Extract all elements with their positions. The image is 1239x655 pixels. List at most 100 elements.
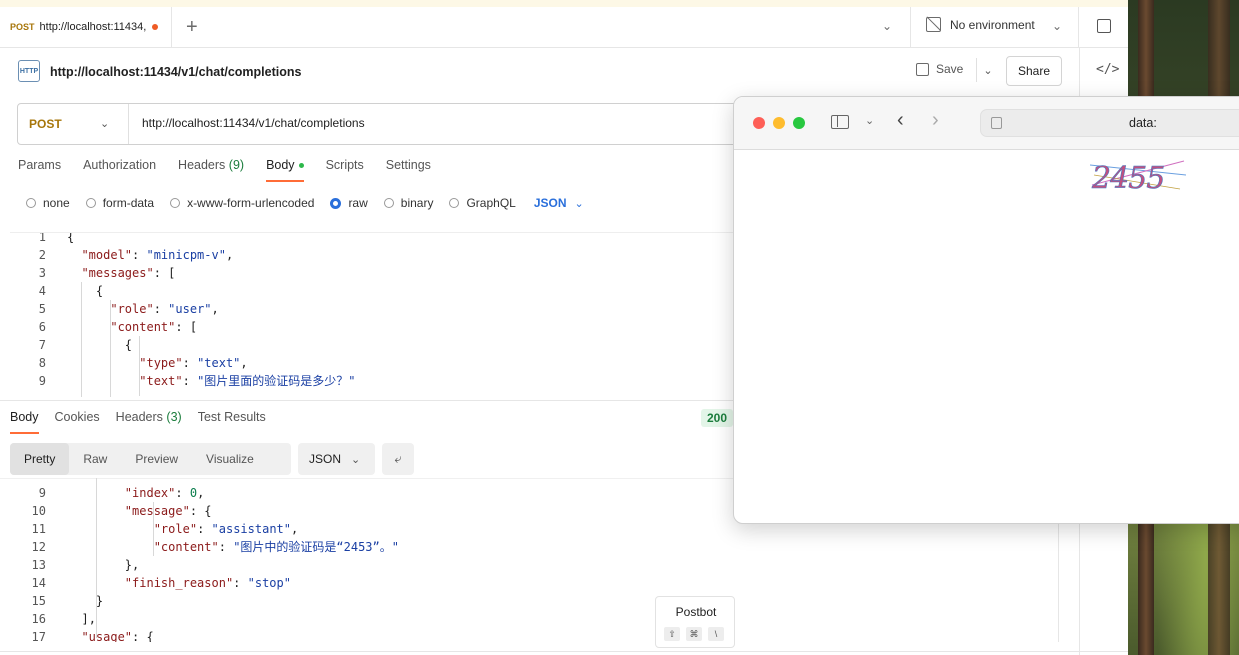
response-tab-cookies[interactable]: Cookies: [55, 410, 100, 434]
code-text: },: [124, 558, 140, 572]
raw-format-chevron-down-icon[interactable]: ⌄: [575, 197, 584, 210]
tab-scripts[interactable]: Scripts: [326, 158, 364, 182]
code-text: "type": "text",: [139, 356, 248, 370]
top-notice-strip: [0, 0, 1128, 7]
postbot-shortcut: ⇧ ⌘ \: [664, 627, 730, 641]
unsaved-dot-icon: [152, 24, 159, 30]
body-type-form-data[interactable]: form-data: [85, 196, 154, 210]
method-select[interactable]: POST ⌄: [18, 104, 129, 144]
code-line: 6 "content": [: [10, 318, 770, 336]
response-tab-body[interactable]: Body: [10, 410, 39, 434]
code-line: 7 {: [10, 336, 770, 354]
body-type-binary[interactable]: binary: [383, 196, 434, 210]
body-type-urlencoded[interactable]: x-www-form-urlencoded: [170, 196, 314, 210]
code-snippet-icon[interactable]: </>: [1096, 62, 1119, 77]
raw-format-select[interactable]: JSON: [534, 196, 567, 210]
body-type-raw-label: raw: [348, 196, 368, 210]
code-line: 14 "finish_reason": "stop": [10, 574, 1058, 592]
code-line: 3 "messages": [: [10, 264, 770, 282]
divider: [0, 651, 1128, 652]
request-tab-label: http://localhost:11434,: [39, 21, 147, 33]
code-line: 9 "text": "图片里面的验证码是多少？": [10, 372, 770, 390]
response-tabs: Body Cookies Headers (3) Test Results: [10, 410, 282, 434]
code-line: 16 ],: [10, 610, 1058, 628]
request-tabs: Params Authorization Headers (9) Body Sc…: [18, 158, 453, 182]
radio-none[interactable]: [26, 198, 36, 208]
address-bar[interactable]: data:: [980, 109, 1239, 137]
response-tab-headers[interactable]: Headers (3): [116, 410, 182, 434]
view-tab-raw[interactable]: Raw: [69, 443, 121, 475]
backslash-key-icon: \: [708, 627, 724, 641]
save-button[interactable]: Save: [916, 62, 963, 76]
back-chevron-icon[interactable]: ‹: [897, 109, 904, 132]
body-type-binary-label: binary: [400, 196, 434, 210]
code-text: "index": 0,: [124, 486, 205, 500]
code-text: {: [67, 232, 75, 244]
view-tab-visualize[interactable]: Visualize: [192, 443, 268, 475]
sidebar-chevron-down-icon[interactable]: ⌄: [865, 114, 874, 127]
radio-binary[interactable]: [383, 198, 394, 208]
tab-body[interactable]: Body: [266, 158, 304, 182]
code-line: 4 {: [10, 282, 770, 300]
view-tab-preview[interactable]: Preview: [121, 443, 192, 475]
code-line: 12 "content": "图片中的验证码是“2453”。": [10, 538, 1058, 556]
sidebar-toggle-icon[interactable]: [831, 115, 849, 129]
body-type-none[interactable]: none: [26, 196, 70, 210]
environment-quick-look-icon[interactable]: [1097, 19, 1111, 33]
body-type-graphql[interactable]: GraphQL: [449, 196, 516, 210]
code-text: "role": "user",: [110, 302, 219, 316]
response-format-select[interactable]: JSON ⌄: [298, 443, 375, 475]
page-icon: [991, 117, 1002, 129]
postbot-button[interactable]: Postbot ⇧ ⌘ \: [655, 596, 735, 648]
address-text: data:: [1129, 116, 1157, 130]
radio-urlencoded[interactable]: [170, 198, 181, 208]
tab-authorization[interactable]: Authorization: [83, 158, 156, 182]
request-body-editor[interactable]: 1{2 "model": "minicpm-v", 3 "messages": […: [10, 232, 770, 397]
share-button[interactable]: Share: [1006, 56, 1062, 86]
save-icon: [916, 62, 929, 76]
browser-window: ⌄ ‹ › data: 2455: [733, 96, 1239, 524]
code-text: "content": "图片中的验证码是“2453”。": [153, 540, 399, 554]
code-text: "role": "assistant",: [153, 522, 299, 536]
method-chevron-down-icon: ⌄: [100, 118, 110, 130]
environment-select[interactable]: No environment: [926, 17, 1035, 32]
code-line: 2 "model": "minicpm-v",: [10, 246, 770, 264]
indent-guide: [139, 336, 140, 396]
divider: [1078, 7, 1079, 47]
new-tab-plus-icon[interactable]: +: [186, 17, 198, 37]
save-options-chevron-icon[interactable]: ⌄: [976, 58, 999, 82]
radio-graphql[interactable]: [449, 198, 460, 208]
line-number: 7: [38, 338, 46, 352]
request-tab[interactable]: POST http://localhost:11434,: [0, 7, 172, 47]
minimize-window-icon[interactable]: [773, 117, 785, 129]
tab-headers-label: Headers: [178, 158, 226, 172]
environment-chevron-down-icon[interactable]: ⌄: [1052, 19, 1062, 33]
code-line: 1{: [10, 232, 770, 246]
captcha-text: 2455: [1091, 161, 1164, 195]
postbot-label: Postbot: [675, 605, 717, 619]
status-badge[interactable]: 200: [701, 409, 734, 427]
radio-raw[interactable]: [330, 197, 342, 209]
view-tab-pretty[interactable]: Pretty: [10, 443, 70, 475]
tab-headers[interactable]: Headers (9): [178, 158, 244, 182]
wrap-lines-icon[interactable]: ⤶: [382, 443, 414, 475]
zoom-window-icon[interactable]: [793, 117, 805, 129]
url-input[interactable]: [142, 116, 722, 130]
command-key-icon: ⌘: [686, 627, 702, 641]
line-number: 12: [31, 540, 46, 554]
code-line: 15 }: [10, 592, 1058, 610]
radio-form-data[interactable]: [85, 198, 96, 208]
response-tab-test-results[interactable]: Test Results: [198, 410, 266, 434]
body-type-selector: none form-data x-www-form-urlencoded raw…: [26, 196, 584, 210]
code-text: "model": "minicpm-v",: [81, 248, 234, 262]
tab-params[interactable]: Params: [18, 158, 61, 182]
code-text: "content": [: [110, 320, 198, 334]
tab-settings[interactable]: Settings: [386, 158, 431, 182]
close-window-icon[interactable]: [753, 117, 765, 129]
request-title[interactable]: http://localhost:11434/v1/chat/completio…: [50, 65, 301, 79]
captcha-image: 2455: [1090, 160, 1186, 195]
response-tab-headers-label: Headers: [115, 410, 163, 424]
body-type-raw[interactable]: raw: [330, 196, 368, 210]
forward-chevron-icon[interactable]: ›: [932, 109, 939, 132]
tabs-chevron-down-icon[interactable]: ⌄: [882, 19, 892, 33]
